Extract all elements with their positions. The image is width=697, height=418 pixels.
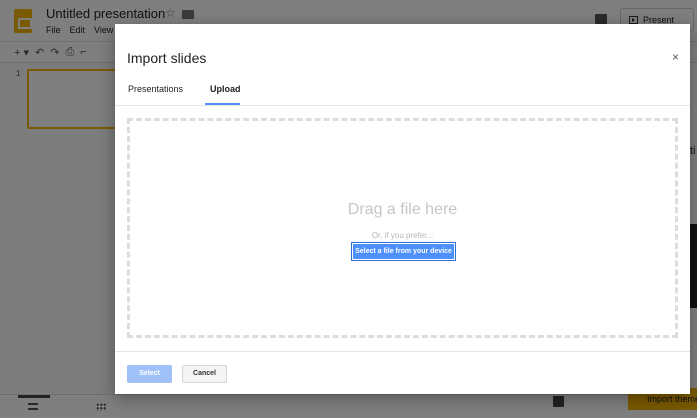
dialog-footer: Select Cancel xyxy=(115,351,690,394)
close-icon[interactable]: × xyxy=(672,50,679,64)
select-button[interactable]: Select xyxy=(127,365,172,383)
import-slides-dialog: Import slides × Presentations Upload Dra… xyxy=(115,24,690,394)
dropzone-heading: Drag a file here xyxy=(347,201,458,218)
file-dropzone[interactable]: Drag a file here Or, if you prefer... Se… xyxy=(127,118,678,338)
dialog-tabs: Presentations Upload xyxy=(115,80,690,106)
active-tab-indicator xyxy=(205,103,240,105)
cancel-button[interactable]: Cancel xyxy=(182,365,227,383)
dialog-title: Import slides xyxy=(127,50,207,66)
tab-presentations[interactable]: Presentations xyxy=(128,84,183,106)
select-file-button[interactable]: Select a file from your device xyxy=(351,242,456,261)
dropzone-subtext: Or, if you prefer... xyxy=(371,231,434,240)
